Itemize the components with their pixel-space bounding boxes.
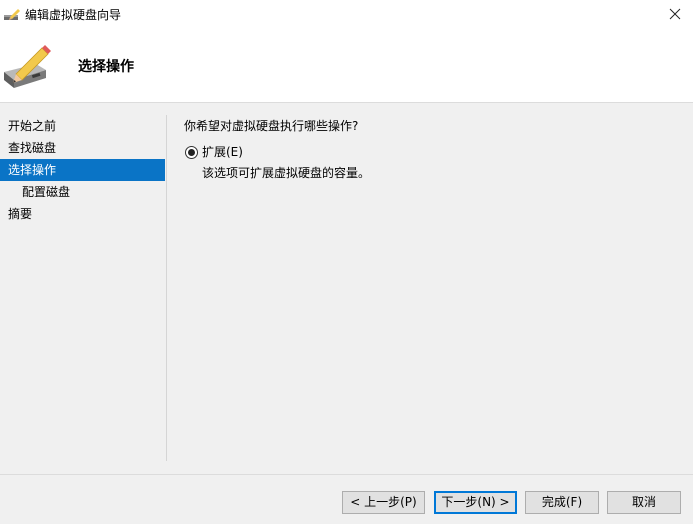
nav-item-choose-action[interactable]: 选择操作 bbox=[0, 159, 165, 181]
question-text: 你希望对虚拟硬盘执行哪些操作? bbox=[184, 119, 359, 133]
nav-item-configure-disk[interactable]: 配置磁盘 bbox=[0, 181, 166, 203]
page-title: 选择操作 bbox=[78, 59, 134, 75]
nav-item-locate-disk[interactable]: 查找磁盘 bbox=[0, 137, 166, 159]
finish-button[interactable]: 完成(F) bbox=[525, 491, 599, 514]
wizard-window: 编辑虚拟硬盘向导 选择操作 开始之前 查找磁盘 选择操作 配置磁盘 摘要 你希望… bbox=[0, 0, 693, 524]
window-title: 编辑虚拟硬盘向导 bbox=[25, 8, 122, 22]
wizard-nav: 开始之前 查找磁盘 选择操作 配置磁盘 摘要 bbox=[0, 115, 166, 225]
main-content: 你希望对虚拟硬盘执行哪些操作? 扩展(E) 该选项可扩展虚拟硬盘的容量。 bbox=[184, 118, 683, 182]
nav-divider bbox=[166, 115, 167, 461]
expand-option-label[interactable]: 扩展(E) bbox=[202, 144, 243, 161]
disk-edit-icon bbox=[4, 8, 20, 22]
expand-option-description: 该选项可扩展虚拟硬盘的容量。 bbox=[202, 166, 371, 180]
title-bar: 编辑虚拟硬盘向导 bbox=[0, 0, 693, 30]
expand-option[interactable]: 扩展(E) bbox=[184, 144, 683, 162]
nav-item-summary[interactable]: 摘要 bbox=[0, 203, 166, 225]
next-button[interactable]: 下一步(N) > bbox=[434, 491, 517, 514]
close-button[interactable] bbox=[657, 0, 693, 30]
close-icon bbox=[669, 8, 681, 23]
disk-edit-icon bbox=[2, 44, 52, 92]
radio-selected-dot bbox=[188, 149, 195, 156]
cancel-button[interactable]: 取消 bbox=[607, 491, 681, 514]
expand-radio[interactable] bbox=[185, 146, 198, 159]
wizard-header: 选择操作 bbox=[0, 30, 693, 103]
nav-item-before-you-begin[interactable]: 开始之前 bbox=[0, 115, 166, 137]
previous-button[interactable]: < 上一步(P) bbox=[342, 491, 425, 514]
footer-divider bbox=[0, 474, 693, 475]
